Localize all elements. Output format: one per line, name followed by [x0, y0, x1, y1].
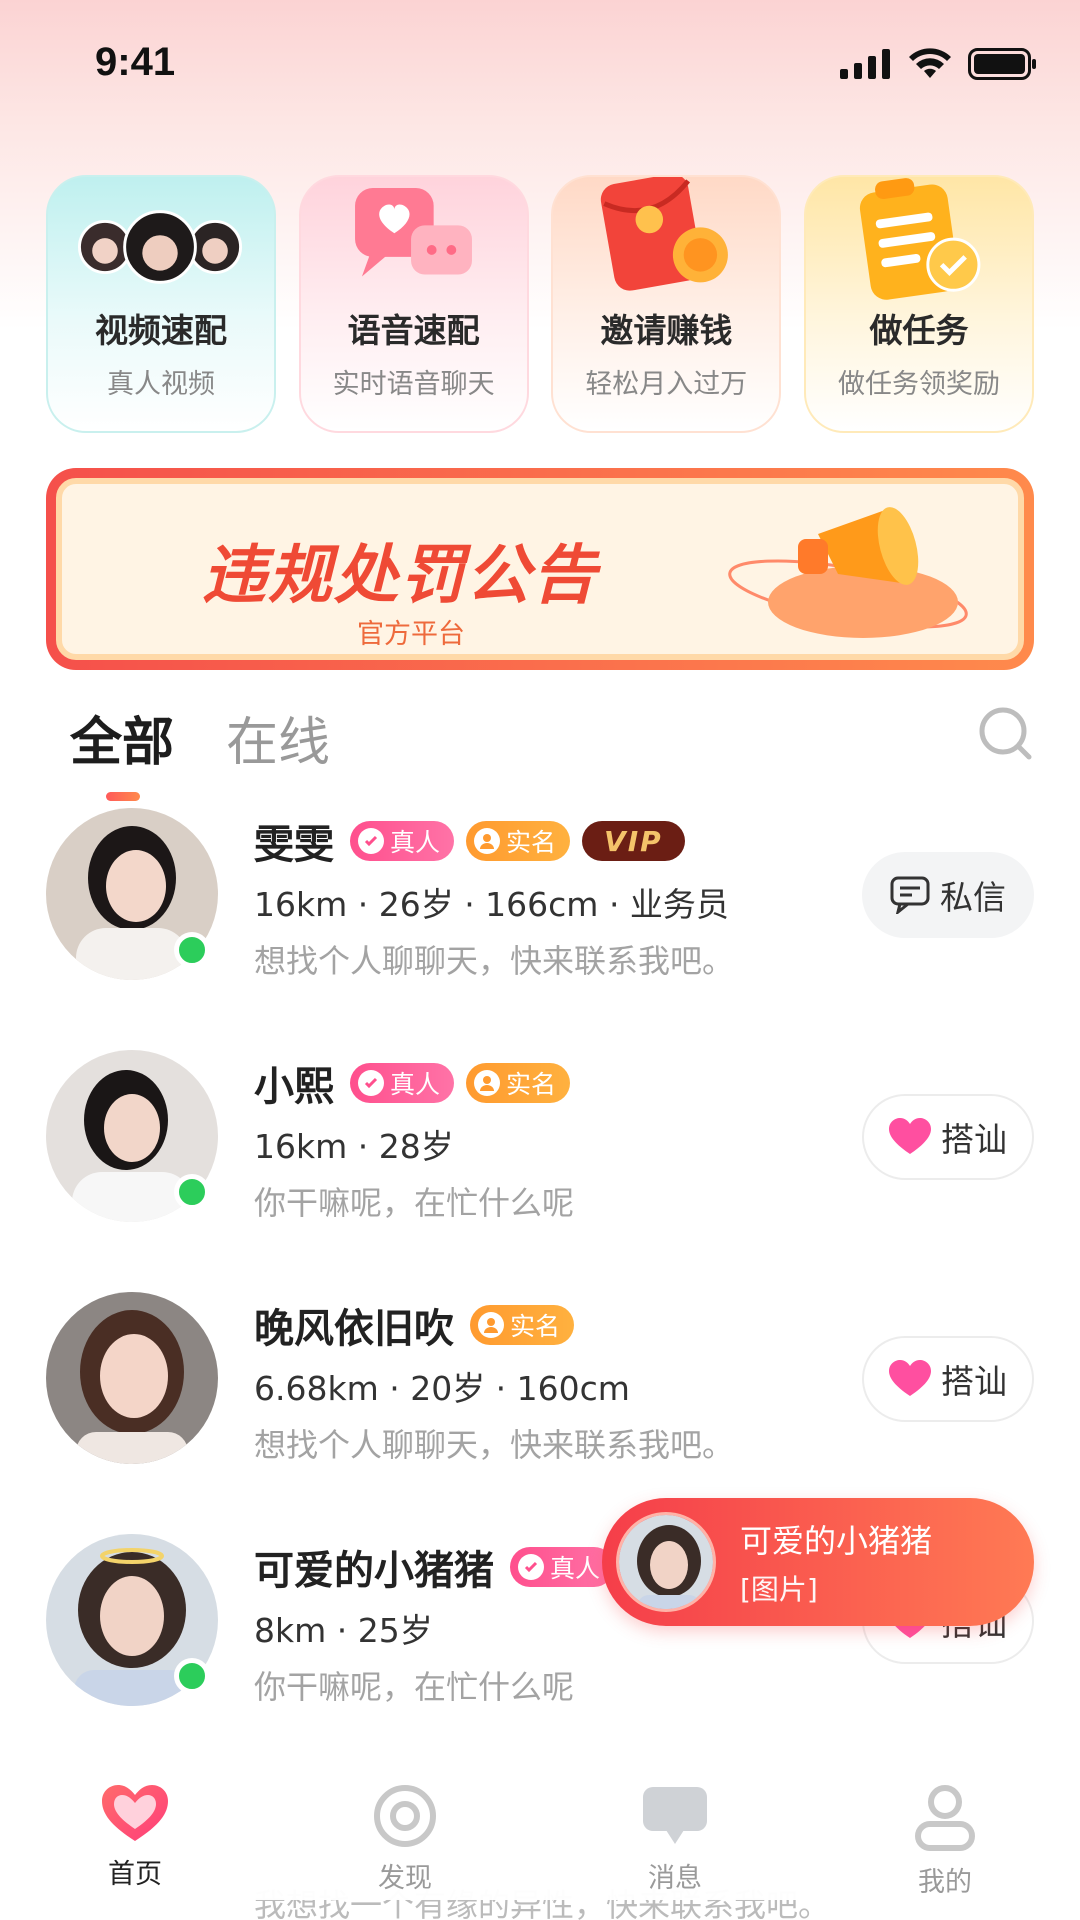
- name-line: 可爱的小猪猪 真人: [254, 1538, 615, 1596]
- signal-icon: [840, 49, 890, 79]
- red-envelope-icon: [601, 177, 729, 291]
- user-name: 雯雯: [254, 822, 334, 868]
- wifi-icon: [909, 48, 951, 78]
- user-info: 8km · 25岁: [254, 1611, 433, 1650]
- quick-entry-invite-earn[interactable]: 邀请赚钱 轻松月入过万: [551, 175, 782, 433]
- banner-title: 违规处罚公告: [202, 539, 598, 613]
- vip-badge: VIP: [582, 821, 685, 861]
- badge-label: 真人: [390, 1070, 441, 1099]
- chat-icon: [890, 876, 930, 914]
- badge-label: 实名: [506, 828, 557, 857]
- toast-text: 可爱的小猪猪 [图片]: [740, 1516, 932, 1608]
- quick-entry-subtitle: 轻松月入过万: [585, 369, 748, 400]
- real-person-badge: 真人: [350, 1063, 455, 1103]
- badge-label: 实名: [510, 1312, 561, 1341]
- search-icon[interactable]: [978, 706, 1034, 762]
- person-icon: [474, 828, 501, 854]
- quick-entry-tasks[interactable]: 做任务 做任务领奖励: [803, 175, 1034, 433]
- quick-entry-subtitle: 做任务领奖励: [837, 369, 1000, 400]
- badge-label: 真人: [550, 1554, 601, 1583]
- online-indicator: [174, 1174, 210, 1210]
- name-line: 雯雯 真人 实名 VIP: [254, 812, 685, 870]
- private-message-button[interactable]: 私信: [862, 852, 1034, 938]
- heart-icon: [102, 1785, 168, 1841]
- avatars-cluster-icon: [77, 210, 243, 284]
- chat-bubbles-icon: [354, 188, 472, 277]
- list-tabs: 全部 在线: [70, 700, 330, 801]
- real-name-badge: 实名: [466, 1063, 571, 1103]
- battery-icon: [968, 48, 1036, 80]
- action-label: 搭讪: [941, 1120, 1007, 1159]
- avatar[interactable]: [46, 1292, 218, 1464]
- action-label: 私信: [940, 878, 1006, 917]
- real-person-badge: 真人: [510, 1547, 615, 1587]
- user-name: 可爱的小猪猪: [254, 1548, 494, 1594]
- user-info: 6.68km · 20岁 · 160cm: [254, 1369, 630, 1408]
- banner-inner: 违规处罚公告 官方平台: [56, 478, 1024, 660]
- online-indicator: [174, 932, 210, 968]
- status-icons: [840, 48, 1038, 80]
- tab-online[interactable]: 在线: [226, 700, 330, 775]
- nav-messages[interactable]: 消息: [575, 1784, 775, 1895]
- user-description: 你干嘛呢，在忙什么呢: [254, 1184, 575, 1222]
- quick-entry-video-match[interactable]: 视频速配 真人视频: [46, 175, 276, 433]
- heart-icon: [889, 1360, 931, 1396]
- greet-button[interactable]: 搭讪: [862, 1336, 1034, 1422]
- megaphone-icon: [728, 507, 968, 638]
- user-description: 想找个人聊聊天，快来联系我吧。: [254, 1426, 735, 1464]
- status-bar: 9:41: [0, 0, 1080, 130]
- bottom-nav: 首页 发现 消息 我的: [0, 1760, 1080, 1900]
- online-indicator: [174, 1658, 210, 1694]
- list-item[interactable]: 晚风依旧吹 实名 6.68km · 20岁 · 160cm 想找个人聊聊天，快来…: [0, 1284, 1080, 1484]
- quick-entries: 视频速配 真人视频 语音速配 实时语音聊天 邀请赚钱 轻松月入过万 做任务 做任…: [46, 175, 1034, 435]
- user-info: 16km · 26岁 · 166cm · 业务员: [254, 885, 729, 924]
- verified-check-icon: [518, 1554, 544, 1580]
- nav-label: 首页: [108, 1859, 162, 1890]
- user-name: 晚风依旧吹: [254, 1306, 454, 1352]
- nav-label: 消息: [648, 1863, 702, 1894]
- banner-subtitle: 官方平台: [357, 619, 465, 650]
- toast-sender: 可爱的小猪猪: [740, 1522, 933, 1560]
- person-icon: [474, 1070, 501, 1096]
- status-time: 9:41: [95, 40, 176, 84]
- name-line: 小熙 真人 实名: [254, 1054, 571, 1112]
- heart-icon: [889, 1118, 931, 1154]
- user-description: 想找个人聊聊天，快来联系我吧。: [254, 942, 735, 980]
- user-name: 小熙: [254, 1064, 334, 1110]
- tab-label: 在线: [226, 713, 331, 773]
- nav-discover[interactable]: 发现: [305, 1784, 505, 1895]
- list-item[interactable]: 雯雯 真人 实名 VIP 16km · 26岁 · 166cm · 业务员 想找…: [0, 800, 1080, 1000]
- user-description: 你干嘛呢，在忙什么呢: [254, 1668, 575, 1706]
- action-label: 搭讪: [941, 1362, 1007, 1401]
- nav-home[interactable]: 首页: [35, 1784, 235, 1891]
- message-icon: [643, 1787, 707, 1844]
- profile-icon: [915, 1785, 975, 1851]
- new-message-toast[interactable]: 可爱的小猪猪 [图片]: [602, 1498, 1034, 1626]
- nav-profile[interactable]: 我的: [845, 1784, 1045, 1899]
- nav-label: 发现: [378, 1863, 432, 1894]
- quick-entry-subtitle: 真人视频: [107, 369, 215, 400]
- real-person-badge: 真人: [350, 821, 455, 861]
- verified-check-icon: [358, 1070, 384, 1096]
- user-info: 16km · 28岁: [254, 1127, 454, 1166]
- quick-entry-voice-match[interactable]: 语音速配 实时语音聊天: [298, 175, 529, 433]
- real-name-badge: 实名: [466, 821, 571, 861]
- badge-label: 真人: [390, 828, 441, 857]
- toast-avatar: [616, 1512, 716, 1612]
- toast-message: [图片]: [740, 1573, 818, 1606]
- discover-icon: [374, 1785, 436, 1847]
- violation-notice-banner[interactable]: 违规处罚公告 官方平台: [46, 468, 1034, 670]
- quick-entry-subtitle: 实时语音聊天: [332, 369, 495, 400]
- tab-label: 全部: [70, 713, 175, 773]
- list-item[interactable]: 小熙 真人 实名 16km · 28岁 你干嘛呢，在忙什么呢 搭讪: [0, 1042, 1080, 1242]
- name-line: 晚风依旧吹 实名: [254, 1296, 575, 1354]
- tab-all[interactable]: 全部: [70, 700, 175, 801]
- badge-label: 实名: [506, 1070, 557, 1099]
- verified-check-icon: [358, 828, 384, 854]
- real-name-badge: 实名: [470, 1305, 575, 1345]
- greet-button[interactable]: 搭讪: [862, 1094, 1034, 1180]
- nav-label: 我的: [918, 1867, 972, 1898]
- clipboard-task-icon: [859, 178, 981, 300]
- person-icon: [478, 1312, 504, 1338]
